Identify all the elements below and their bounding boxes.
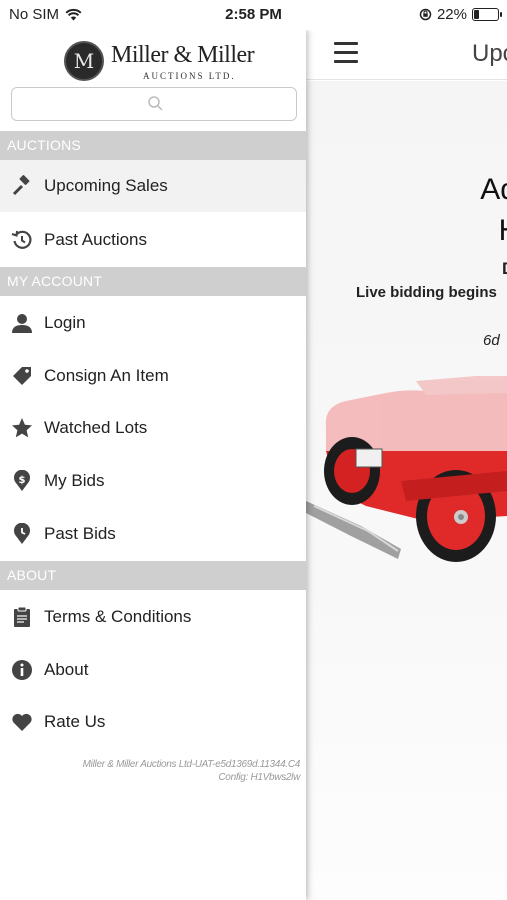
- live-bidding-text: Live bidding begins: [356, 284, 497, 301]
- history-icon: [10, 228, 34, 252]
- info-icon: [10, 658, 34, 682]
- version-text: Miller & Miller Auctions Ltd-UAT-e5d1369…: [82, 759, 301, 770]
- dollar-pin-icon: $: [10, 469, 34, 493]
- status-bar: No SIM 2:58 PM 22%: [0, 0, 507, 30]
- countdown-text: 6d: [483, 332, 500, 349]
- menu-label-my-bids: My Bids: [44, 471, 105, 490]
- star-icon: [10, 416, 34, 440]
- config-text: Config: H1Vbws2lw: [218, 772, 300, 783]
- search-box[interactable]: [11, 87, 297, 121]
- heart-icon: [10, 710, 34, 734]
- logo-name: Miller & Miller: [111, 42, 255, 68]
- menu-item-watched-lots[interactable]: Watched Lots: [0, 402, 306, 454]
- page-title: Upco: [472, 40, 507, 67]
- battery-fill: [474, 10, 480, 19]
- menu-item-past-bids[interactable]: Past Bids: [0, 508, 306, 560]
- auction-card[interactable]: Advert Histo D Live bidding begins 6d: [306, 81, 507, 900]
- menu-label-upcoming-sales: Upcoming Sales: [44, 176, 168, 195]
- menu-item-login[interactable]: Login: [0, 297, 306, 349]
- auction-image: [306, 376, 507, 562]
- menu-item-terms[interactable]: Terms & Conditions: [0, 591, 306, 643]
- status-right: 22%: [419, 6, 502, 23]
- menu-label-watched-lots: Watched Lots: [44, 418, 148, 437]
- section-about: ABOUT: [0, 561, 306, 590]
- menu-label-past-auctions: Past Auctions: [44, 230, 148, 249]
- section-auctions: AUCTIONS: [0, 131, 306, 160]
- logo-subtitle: AUCTIONS LTD.: [143, 71, 236, 81]
- menu-label-about: About: [44, 660, 89, 679]
- side-drawer: Miller & Miller AUCTIONS LTD. AUCTIONS U…: [0, 30, 306, 900]
- orientation-lock-icon: [419, 8, 432, 21]
- gavel-icon: [10, 174, 34, 198]
- menu-item-consign[interactable]: Consign An Item: [0, 350, 306, 402]
- svg-text:$: $: [19, 475, 26, 486]
- menu-label-consign: Consign An Item: [44, 366, 169, 385]
- menu-label-rate-us: Rate Us: [44, 712, 106, 731]
- menu-label-terms: Terms & Conditions: [44, 607, 192, 626]
- menu-item-past-auctions[interactable]: Past Auctions: [0, 214, 306, 266]
- clipboard-icon: [10, 605, 34, 629]
- tag-icon: [10, 364, 34, 388]
- menu-item-upcoming-sales[interactable]: Upcoming Sales: [0, 160, 306, 212]
- menu-label-login: Login: [44, 313, 86, 332]
- auction-title-line1: Advert: [480, 173, 507, 206]
- battery-icon: [472, 8, 502, 21]
- main-header: Upco: [306, 30, 507, 80]
- menu-item-my-bids[interactable]: $ My Bids: [0, 455, 306, 507]
- menu-label-past-bids: Past Bids: [44, 524, 116, 543]
- version-info: Miller & Miller Auctions Ltd-UAT-e5d1369…: [82, 758, 301, 784]
- logo-monogram-icon: [64, 41, 104, 81]
- search-icon: [148, 96, 163, 111]
- battery-percent: 22%: [436, 6, 467, 23]
- auction-date: D: [502, 259, 507, 279]
- brand-logo: Miller & Miller AUCTIONS LTD.: [64, 41, 255, 83]
- user-icon: [10, 311, 34, 335]
- auction-title-line2: Histo: [347, 210, 507, 251]
- hamburger-icon[interactable]: [334, 42, 358, 64]
- clock-pin-icon: [10, 522, 34, 546]
- auction-title: Advert Histo: [347, 169, 507, 251]
- menu-item-rate-us[interactable]: Rate Us: [0, 696, 306, 748]
- main-panel: Upco Advert Histo D Live bidding begins: [306, 30, 507, 900]
- section-my-account: MY ACCOUNT: [0, 267, 306, 296]
- menu-item-about[interactable]: About: [0, 644, 306, 696]
